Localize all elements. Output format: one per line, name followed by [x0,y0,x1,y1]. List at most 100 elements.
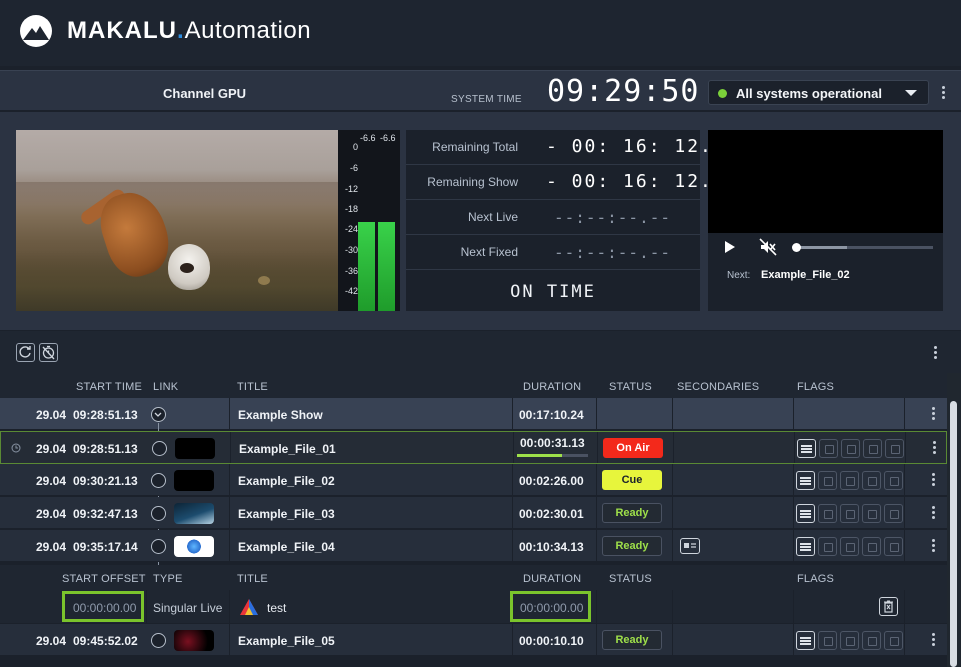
row-flags [796,631,904,651]
peak-right: -6.6 [380,133,396,143]
disable-flag-icon[interactable] [884,471,903,490]
chevron-down-icon [905,90,917,96]
swap-flag-icon[interactable] [862,471,881,490]
playlist-header: START TIME LINK TITLE DURATION STATUS SE… [0,373,947,398]
peak-left: -6.6 [360,133,376,143]
status-badge: Ready [602,503,662,523]
swap-flag-icon[interactable] [862,537,881,556]
channel-menu-button[interactable] [938,84,948,102]
playlist-flag-icon[interactable] [796,631,815,650]
countdown-panel: Remaining Total - 00: 16: 12.01 Remainin… [406,130,737,311]
secondary-row[interactable]: 00:00:00.00 Singular Live test 00:00:00.… [0,590,947,624]
mute-icon[interactable] [759,238,777,256]
loop-flag-icon[interactable] [840,537,859,556]
meter-bar-right [378,222,395,311]
col-status: STATUS [609,381,652,393]
playlist-row[interactable]: 29.04 09:30:21.13 Example_File_02 00:02:… [0,464,947,496]
col-duration: DURATION [523,381,582,393]
row-menu-button[interactable] [928,405,938,423]
loop-flag-icon[interactable] [840,631,859,650]
row-menu-button[interactable] [928,504,938,522]
preview-screen [708,130,943,233]
col-link: LINK [153,381,179,393]
status-ok-icon [718,89,727,98]
playlist-row[interactable]: 29.04 09:32:47.13 Example_File_03 00:02:… [0,497,947,529]
preview-seek-slider[interactable] [792,243,933,252]
show-row[interactable]: 29.04 09:28:51.13 Example Show 00:17:10.… [0,398,947,430]
row-menu-button[interactable] [928,471,938,489]
playlist-row[interactable]: 29.04 09:28:51.13 Example_File_01 00:00:… [0,431,947,464]
next-label: Next: [727,270,751,281]
freeze-flag-icon[interactable] [818,537,837,556]
makalu-logo-icon [20,15,52,47]
loop-flag-icon[interactable] [840,504,859,523]
playlist-menu-button[interactable] [930,344,940,362]
freeze-flag-icon[interactable] [818,631,837,650]
system-status-dropdown[interactable]: All systems operational [708,80,929,105]
col-title: TITLE [237,381,268,393]
status-badge: Cue [602,470,662,490]
row-flags [796,504,904,524]
swap-flag-icon[interactable] [862,631,881,650]
meter-scale: -6 [349,163,358,173]
freeze-flag-icon[interactable] [819,439,838,458]
on-time-status: ON TIME [510,282,596,302]
start-offset-field[interactable]: 00:00:00.00 [62,591,144,622]
clock-remaining-total: Remaining Total - 00: 16: 12.01 [406,130,737,165]
link-node [152,441,167,456]
playlist-row[interactable]: 29.04 09:45:52.02 Example_File_05 00:00:… [0,624,947,656]
row-menu-button[interactable] [929,439,939,457]
timer-off-button[interactable] [39,343,58,362]
show-duration: 00:17:10.24 [519,408,584,422]
clip-thumbnail [174,470,214,491]
secondary-duration-field[interactable]: 00:00:00.00 [510,591,591,622]
playlist-flag-icon[interactable] [797,439,816,458]
playlist-flag-icon[interactable] [796,537,815,556]
meter-scale: -18 [344,204,358,214]
col-flags: FLAGS [797,381,835,393]
loop-flag-icon[interactable] [840,471,859,490]
disable-flag-icon[interactable] [884,504,903,523]
brand-title: MAKALU.Automation [67,17,312,44]
refresh-button[interactable] [16,343,35,362]
status-badge: On Air [603,438,663,458]
clock-remaining-show: Remaining Show - 00: 16: 12.01 [406,165,737,200]
clip-thumbnail [174,630,214,651]
seek-handle[interactable] [792,243,801,252]
row-menu-button[interactable] [928,631,938,649]
clip-thumbnail [174,503,214,524]
playlist-scrollbar[interactable] [947,373,961,667]
swap-flag-icon[interactable] [862,504,881,523]
secondary-event-icon[interactable] [680,538,700,554]
loop-flag-icon[interactable] [841,439,860,458]
preview-player: Next: Example_File_02 [708,130,943,311]
timer-off-icon [42,345,55,360]
freeze-flag-icon[interactable] [818,504,837,523]
play-icon[interactable] [725,241,735,253]
channel-bar: Channel GPU SYSTEM TIME 09:29:50 All sys… [0,70,961,110]
row-flags [797,439,905,459]
row-flags [796,471,904,491]
swap-flag-icon[interactable] [863,439,882,458]
system-time: 09:29:50 [547,74,700,109]
playlist-row[interactable]: 29.04 09:35:17.14 Example_File_04 00:10:… [0,530,947,562]
show-title: Example Show [238,408,323,422]
link-node [151,473,166,488]
scrollbar-thumb[interactable] [950,401,957,667]
link-node [151,539,166,554]
collapse-show-icon[interactable] [151,407,166,422]
meter-scale: -24 [344,224,358,234]
col-start-time: START TIME [76,381,142,393]
disable-flag-icon[interactable] [884,631,903,650]
playlist-flag-icon[interactable] [796,504,815,523]
playlist-flag-icon[interactable] [796,471,815,490]
freeze-flag-icon[interactable] [818,471,837,490]
disable-flag-icon[interactable] [884,537,903,556]
delete-icon[interactable] [879,597,898,616]
row-menu-button[interactable] [928,537,938,555]
clip-thumbnail [174,536,214,557]
disable-flag-icon[interactable] [885,439,904,458]
program-video [16,130,339,311]
channel-name: Channel GPU [163,86,247,101]
secondary-header: START OFFSET TYPE TITLE DURATION STATUS … [0,565,947,590]
